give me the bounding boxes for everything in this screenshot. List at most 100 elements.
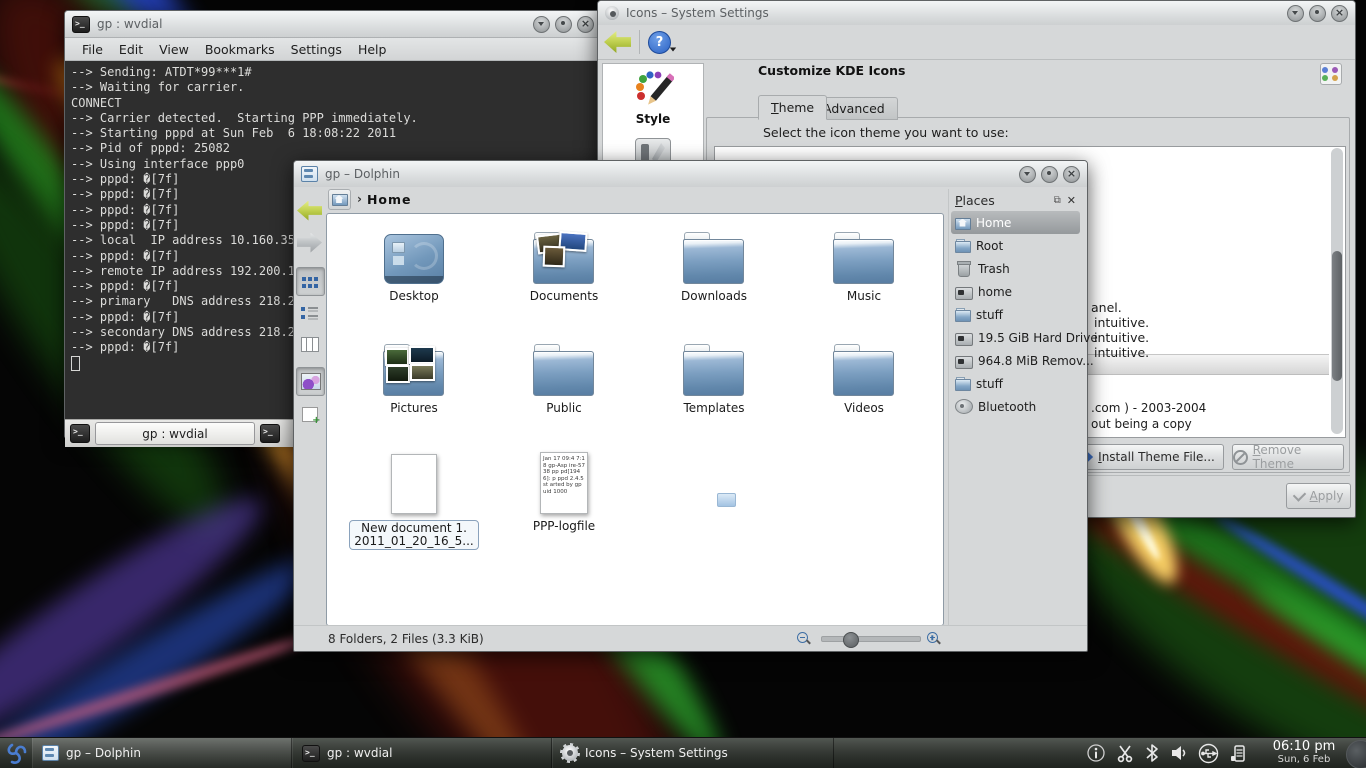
panel-toolbox-icon[interactable] xyxy=(1346,740,1366,768)
list-text-fragment: anel. xyxy=(1091,300,1122,315)
place-stuff[interactable]: stuff xyxy=(951,303,1080,326)
place-home-partition[interactable]: home xyxy=(951,280,1080,303)
folder-item-public[interactable]: Public xyxy=(489,334,639,446)
place-removable-media[interactable]: 964.8 MiB Remov... xyxy=(951,349,1080,372)
preview-button[interactable] xyxy=(296,367,325,396)
terminal-titlebar[interactable]: gp : wvdial xyxy=(65,11,601,38)
icons-view-button[interactable] xyxy=(296,267,325,296)
bluetooth-icon[interactable] xyxy=(1144,743,1160,763)
bluetooth-gear-icon xyxy=(955,399,973,414)
folder-label: Videos xyxy=(844,402,884,415)
folder-item-videos[interactable]: Videos xyxy=(789,334,939,446)
tab-theme[interactable]: Theme xyxy=(758,95,827,120)
task-dolphin[interactable]: gp – Dolphin xyxy=(32,738,292,768)
split-view-icon xyxy=(302,407,318,422)
zoom-in-icon[interactable] xyxy=(927,632,940,645)
place-hard-drive[interactable]: 19.5 GiB Hard Drive xyxy=(951,326,1080,349)
folder-view[interactable]: Desktop Documents Downloads Music xyxy=(326,213,944,626)
places-header: Places xyxy=(955,193,995,208)
menu-settings[interactable]: Settings xyxy=(284,42,349,57)
help-icon[interactable] xyxy=(648,31,671,54)
tab-theme-label: Theme xyxy=(771,100,814,115)
kde-logo-icon xyxy=(4,741,28,765)
folder-label: Pictures xyxy=(390,402,438,415)
folder-item-desktop[interactable]: Desktop xyxy=(339,222,489,334)
zoom-slider[interactable] xyxy=(821,636,921,642)
place-label: Home xyxy=(976,216,1011,230)
folder-label: Templates xyxy=(683,402,744,415)
style-category-icon[interactable] xyxy=(632,70,674,110)
home-folder-icon xyxy=(955,216,971,230)
chevron-down-icon[interactable] xyxy=(670,48,676,52)
install-theme-button[interactable]: Install Theme File... xyxy=(1072,444,1224,470)
klipper-scissors-icon[interactable] xyxy=(1115,743,1135,763)
place-label: Bluetooth xyxy=(978,400,1036,414)
minimize-button[interactable] xyxy=(1287,5,1304,22)
menu-help[interactable]: Help xyxy=(351,42,394,57)
split-view-button[interactable] xyxy=(296,401,323,428)
maximize-button[interactable] xyxy=(1309,5,1326,22)
folder-item-music[interactable]: Music xyxy=(789,222,939,334)
close-button[interactable] xyxy=(1063,166,1080,183)
style-category-label[interactable]: Style xyxy=(636,112,670,126)
task-wvdial[interactable]: gp : wvdial xyxy=(292,738,552,768)
task-system-settings[interactable]: Icons – System Settings xyxy=(552,738,834,768)
columns-view-button[interactable] xyxy=(296,331,323,358)
minimize-button[interactable] xyxy=(1019,166,1036,183)
info-icon[interactable] xyxy=(1086,743,1106,763)
folder-item-documents[interactable]: Documents xyxy=(489,222,639,334)
folder-label: Documents xyxy=(530,290,598,303)
minimize-button[interactable] xyxy=(533,16,550,33)
battery-icon[interactable] xyxy=(1228,743,1248,764)
breadcrumb-home-button[interactable] xyxy=(328,189,351,210)
place-bluetooth[interactable]: Bluetooth xyxy=(951,395,1080,418)
remove-theme-button[interactable]: Remove Theme xyxy=(1232,444,1344,470)
file-item-new-document[interactable]: New document 1. 2011_01_20_16_5... xyxy=(339,446,489,558)
terminal-window-title: gp : wvdial xyxy=(97,17,162,31)
back-arrow-icon[interactable] xyxy=(604,31,631,53)
close-panel-icon[interactable]: ✕ xyxy=(1067,194,1076,207)
module-grid-icon[interactable] xyxy=(1320,63,1342,85)
apply-button[interactable]: Apply xyxy=(1286,483,1351,509)
theme-description-fragment: out being a copy xyxy=(1091,417,1192,431)
app-launcher-button[interactable] xyxy=(0,738,32,768)
task-label: gp : wvdial xyxy=(327,746,392,760)
volume-icon[interactable] xyxy=(1169,743,1189,763)
breadcrumb-location[interactable]: Home xyxy=(367,192,412,207)
back-button[interactable] xyxy=(296,197,323,224)
terminal-tab[interactable]: gp : wvdial xyxy=(95,422,255,445)
usb-device-icon[interactable] xyxy=(1198,743,1219,764)
details-view-button[interactable] xyxy=(296,299,323,326)
detach-panel-icon[interactable]: ⧉ xyxy=(1054,195,1061,206)
menu-bookmarks[interactable]: Bookmarks xyxy=(198,42,282,57)
folder-item-pictures[interactable]: Pictures xyxy=(339,334,489,446)
place-stuff-2[interactable]: stuff xyxy=(951,372,1080,395)
clock-time: 06:10 pm xyxy=(1273,740,1336,753)
place-trash[interactable]: Trash xyxy=(951,257,1080,280)
maximize-button[interactable] xyxy=(555,16,572,33)
menu-edit[interactable]: Edit xyxy=(112,42,150,57)
zoom-out-icon[interactable] xyxy=(797,632,810,645)
place-root[interactable]: Root xyxy=(951,234,1080,257)
tab-session-icon[interactable] xyxy=(260,424,280,443)
digital-clock[interactable]: 06:10 pm Sun, 6 Feb xyxy=(1266,738,1342,768)
terminal-line: --> Pid of pppd: 25082 xyxy=(71,141,595,156)
zoom-slider-handle[interactable] xyxy=(843,632,859,648)
maximize-button[interactable] xyxy=(1041,166,1058,183)
folder-item-downloads[interactable]: Downloads xyxy=(639,222,789,334)
checkmark-icon xyxy=(1292,488,1305,501)
desktop-folder-icon xyxy=(384,234,444,284)
close-button[interactable] xyxy=(1331,5,1348,22)
menu-view[interactable]: View xyxy=(152,42,196,57)
folder-item-templates[interactable]: Templates xyxy=(639,334,789,446)
new-tab-icon[interactable] xyxy=(70,424,90,443)
menu-file[interactable]: File xyxy=(75,42,110,57)
system-settings-titlebar[interactable]: Icons – System Settings xyxy=(598,1,1355,26)
forward-button[interactable] xyxy=(296,229,323,256)
close-button[interactable] xyxy=(577,16,594,33)
dolphin-statusbar: 8 Folders, 2 Files (3.3 KiB) xyxy=(294,625,1087,651)
dolphin-titlebar[interactable]: gp – Dolphin xyxy=(294,161,1087,188)
file-item-ppp-logfile[interactable]: Jan 17 09:4 7:18 gp-Asp ire-5738 pp pd[1… xyxy=(489,446,639,558)
list-scrollbar-thumb[interactable] xyxy=(1332,251,1342,381)
place-home[interactable]: Home xyxy=(951,211,1080,234)
